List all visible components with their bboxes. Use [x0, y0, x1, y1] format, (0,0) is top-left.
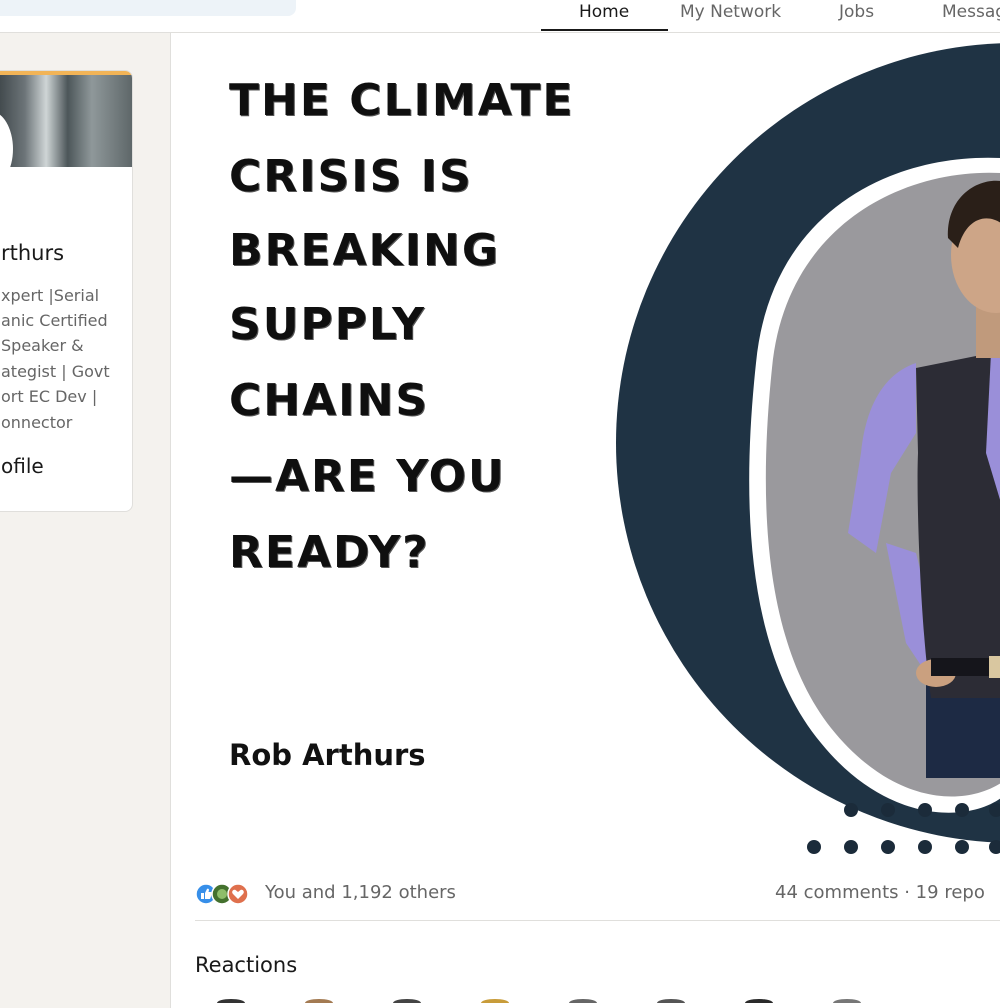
social-counts-bar: You and 1,192 others 44 comments · 19 re…: [171, 879, 1000, 909]
nav-item-my-network[interactable]: My Network: [680, 2, 781, 22]
reactor-avatars-strip[interactable]: [211, 995, 971, 1003]
quote-line: SUPPLY: [229, 299, 426, 350]
profile-headline-line: ategist | Govt: [1, 362, 110, 381]
nav-item-home[interactable]: Home: [579, 2, 629, 22]
love-icon: [227, 883, 249, 905]
top-nav-bar: Home My Network Jobs Messag: [0, 0, 1000, 33]
profile-name[interactable]: rthurs: [1, 241, 64, 265]
profile-banner: [0, 71, 132, 167]
comments-reposts-link[interactable]: 44 comments · 19 repo: [775, 882, 985, 903]
feed-post: THE CLIMATE CRISIS IS BREAKING SUPPLY CH…: [170, 33, 1000, 1008]
reaction-icons-group[interactable]: [195, 883, 261, 905]
image-author-credit: Rob Arthurs: [229, 738, 426, 772]
view-profile-link[interactable]: ofile: [1, 454, 44, 478]
quote-line: —ARE YOU: [229, 451, 506, 502]
divider: [195, 920, 1000, 921]
profile-headline-line: xpert |Serial: [1, 286, 100, 305]
profile-headline-line: ort EC Dev |: [1, 387, 98, 406]
profile-card: rthurs xpert |Serial anic Certified Spea…: [0, 70, 133, 512]
post-image[interactable]: THE CLIMATE CRISIS IS BREAKING SUPPLY CH…: [171, 33, 1000, 875]
search-input[interactable]: [0, 0, 296, 16]
portrait-graphic: [616, 43, 1000, 854]
nav-item-messaging[interactable]: Messag: [942, 2, 1000, 22]
active-tab-indicator: [541, 29, 668, 31]
quote-line: THE CLIMATE: [229, 75, 575, 126]
quote-line: CHAINS: [229, 375, 430, 426]
profile-headline-line: Speaker &: [1, 336, 84, 355]
quote-line: READY?: [229, 527, 430, 578]
reactions-count-link[interactable]: You and 1,192 others: [265, 882, 456, 903]
quote-line: CRISIS IS: [229, 151, 473, 202]
reactions-section-heading: Reactions: [195, 953, 298, 977]
profile-headline-line: onnector: [1, 413, 73, 432]
quote-line: BREAKING: [229, 225, 500, 276]
profile-headline-line: anic Certified: [1, 311, 108, 330]
nav-item-jobs[interactable]: Jobs: [839, 2, 874, 22]
